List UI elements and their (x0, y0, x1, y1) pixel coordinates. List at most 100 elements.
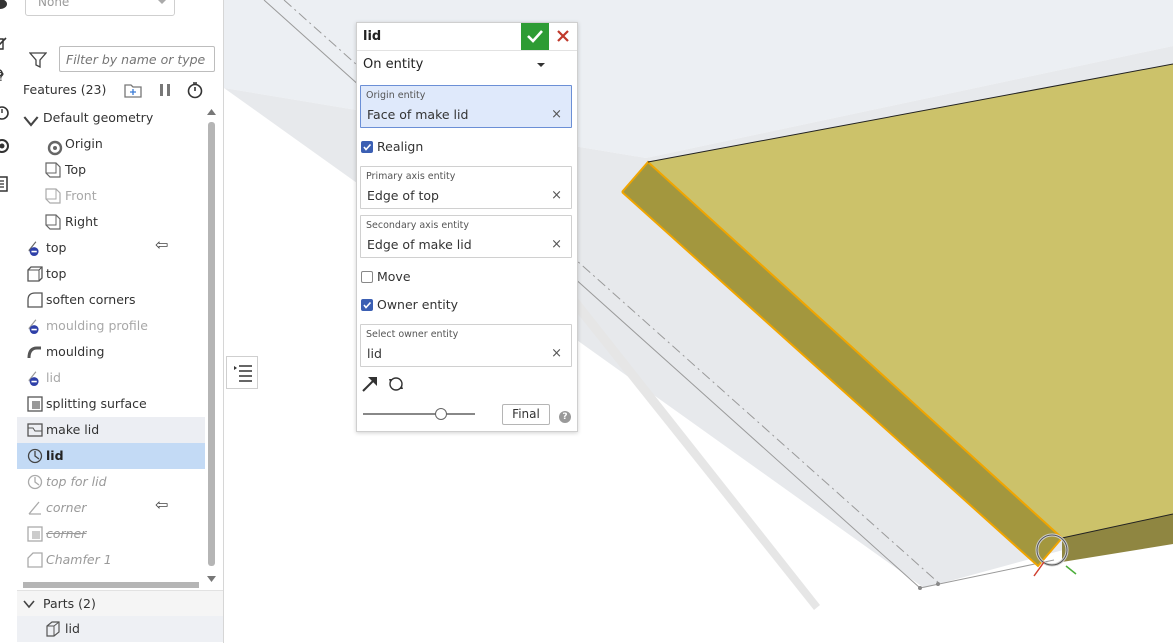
tree-item-top-for-lid[interactable]: top for lid (17, 469, 205, 495)
configuration-dropdown[interactable]: None (25, 0, 175, 16)
tree-item-right-plane[interactable]: Right (17, 209, 205, 235)
checkmark-icon (527, 30, 543, 43)
vertex-point (936, 582, 940, 586)
placement-type-value: On entity (363, 57, 424, 72)
scroll-up-icon[interactable] (207, 108, 216, 116)
field-label: Origin entity (366, 90, 426, 101)
field-value: Edge of make lid (367, 237, 472, 252)
sweep-icon (27, 346, 41, 359)
tree-group-default-geometry[interactable]: Default geometry (17, 105, 205, 131)
tree-item-top-plane[interactable]: Top (17, 157, 205, 183)
dialog-title[interactable]: lid (363, 29, 381, 44)
scrollbar-thumb[interactable] (208, 122, 215, 566)
tree-item-origin[interactable]: Origin (17, 131, 205, 157)
tree-item-lid-mate-connector[interactable]: lid (17, 443, 205, 469)
accept-button[interactable] (521, 23, 549, 50)
parts-section-header[interactable]: Parts (2) (17, 590, 223, 617)
part-item-lid[interactable]: lid (17, 616, 223, 642)
y-axis-triad (1065, 565, 1077, 575)
tree-item-top-extrude[interactable]: top (17, 261, 205, 287)
list-toggle-button[interactable] (226, 356, 258, 389)
filter-row (17, 46, 223, 74)
mass-properties-icon[interactable] (0, 138, 10, 154)
chamfer-icon (27, 552, 43, 568)
tree-item-label: soften corners (46, 292, 136, 307)
move-label: Move (377, 269, 411, 284)
move-checkbox[interactable] (361, 271, 373, 283)
field-label: Select owner entity (366, 329, 459, 340)
field-value: Edge of top (367, 188, 439, 203)
help-icon[interactable]: ? (559, 411, 571, 423)
rollback-slider-track[interactable] (363, 413, 475, 415)
owner-label: Owner entity (377, 297, 459, 312)
rollback-slider-knob[interactable] (435, 408, 447, 420)
pause-icon[interactable] (158, 83, 172, 97)
owner-checkbox[interactable] (361, 299, 373, 311)
plane-icon (45, 214, 61, 230)
vertex-point (918, 586, 922, 590)
filter-icon[interactable] (29, 52, 47, 68)
tree-item-moulding[interactable]: moulding (17, 339, 205, 365)
tree-item-label: splitting surface (46, 396, 147, 411)
tree-item-label: moulding (46, 344, 105, 359)
rollback-clock-icon[interactable] (0, 104, 10, 120)
tree-item-moulding-profile[interactable]: moulding profile (17, 313, 205, 339)
tree-item-label: moulding profile (46, 318, 148, 333)
sketch-error-icon (28, 319, 39, 334)
tree-item-lid-sketch[interactable]: lid (17, 365, 205, 391)
list-icon (234, 365, 252, 382)
realign-checkbox[interactable] (361, 141, 373, 153)
final-button[interactable]: Final (502, 404, 550, 425)
tree-item-label: Front (65, 188, 97, 203)
stopwatch-icon[interactable] (186, 81, 204, 99)
tree-item-label: Right (65, 214, 98, 229)
sketch-edit-icon[interactable] (0, 36, 10, 52)
realign-label: Realign (377, 139, 424, 154)
field-label: Primary axis entity (366, 171, 456, 182)
tree-item-soften-corners[interactable]: soften corners (17, 287, 205, 313)
tree-item-make-lid[interactable]: make lid (17, 417, 205, 443)
reorient-icon[interactable] (386, 375, 406, 393)
fillet-icon (27, 292, 43, 308)
tree-item-label: corner (46, 500, 87, 515)
tree-item-corner-sketch[interactable]: corner (17, 495, 205, 521)
clear-icon[interactable]: × (551, 237, 562, 252)
mate-connector-icon (27, 474, 43, 490)
variable-icon[interactable]: ? (0, 68, 10, 84)
tree-item-label: make lid (46, 422, 100, 437)
add-folder-icon[interactable] (124, 82, 142, 98)
scroll-down-icon[interactable] (207, 575, 216, 583)
origin-entity-field[interactable]: Origin entity Face of make lid × (360, 85, 572, 128)
chevron-down-icon[interactable] (23, 113, 39, 129)
split-icon (27, 396, 43, 412)
appearance-icon[interactable] (0, 0, 10, 14)
tree-item-front-plane[interactable]: Front (17, 183, 205, 209)
horizontal-scrollbar[interactable] (23, 582, 199, 588)
filter-input[interactable] (59, 46, 215, 72)
divider (357, 50, 577, 51)
tree-item-splitting-surface[interactable]: splitting surface (17, 391, 205, 417)
clear-icon[interactable]: × (551, 188, 562, 203)
field-label: Secondary axis entity (366, 220, 469, 231)
feature-list-scrollbar[interactable] (206, 108, 216, 586)
checkmark-icon (363, 301, 372, 309)
flip-direction-icon[interactable] (361, 375, 379, 393)
list-view-icon[interactable] (0, 176, 10, 192)
left-toolbar: ? (0, 0, 16, 643)
tree-item-chamfer-1[interactable]: Chamfer 1 (17, 547, 205, 573)
tree-item-top-sketch-error[interactable]: top (17, 235, 205, 261)
cancel-button[interactable] (549, 23, 577, 50)
part-item-label: lid (65, 621, 80, 636)
tree-item-label: top (46, 240, 67, 255)
owner-entity-field[interactable]: Select owner entity lid × (360, 324, 572, 367)
placement-type-select[interactable]: On entity (360, 53, 553, 77)
sketch-error-icon (28, 241, 39, 256)
clear-icon[interactable]: × (551, 107, 562, 122)
tree-item-corner-suppressed[interactable]: corner (17, 521, 205, 547)
clear-icon[interactable]: × (551, 346, 562, 361)
secondary-axis-field[interactable]: Secondary axis entity Edge of make lid × (360, 215, 572, 258)
primary-axis-field[interactable]: Primary axis entity Edge of top × (360, 166, 572, 209)
chevron-down-icon[interactable] (23, 599, 35, 609)
close-icon (557, 30, 569, 42)
checkmark-icon (363, 143, 372, 151)
